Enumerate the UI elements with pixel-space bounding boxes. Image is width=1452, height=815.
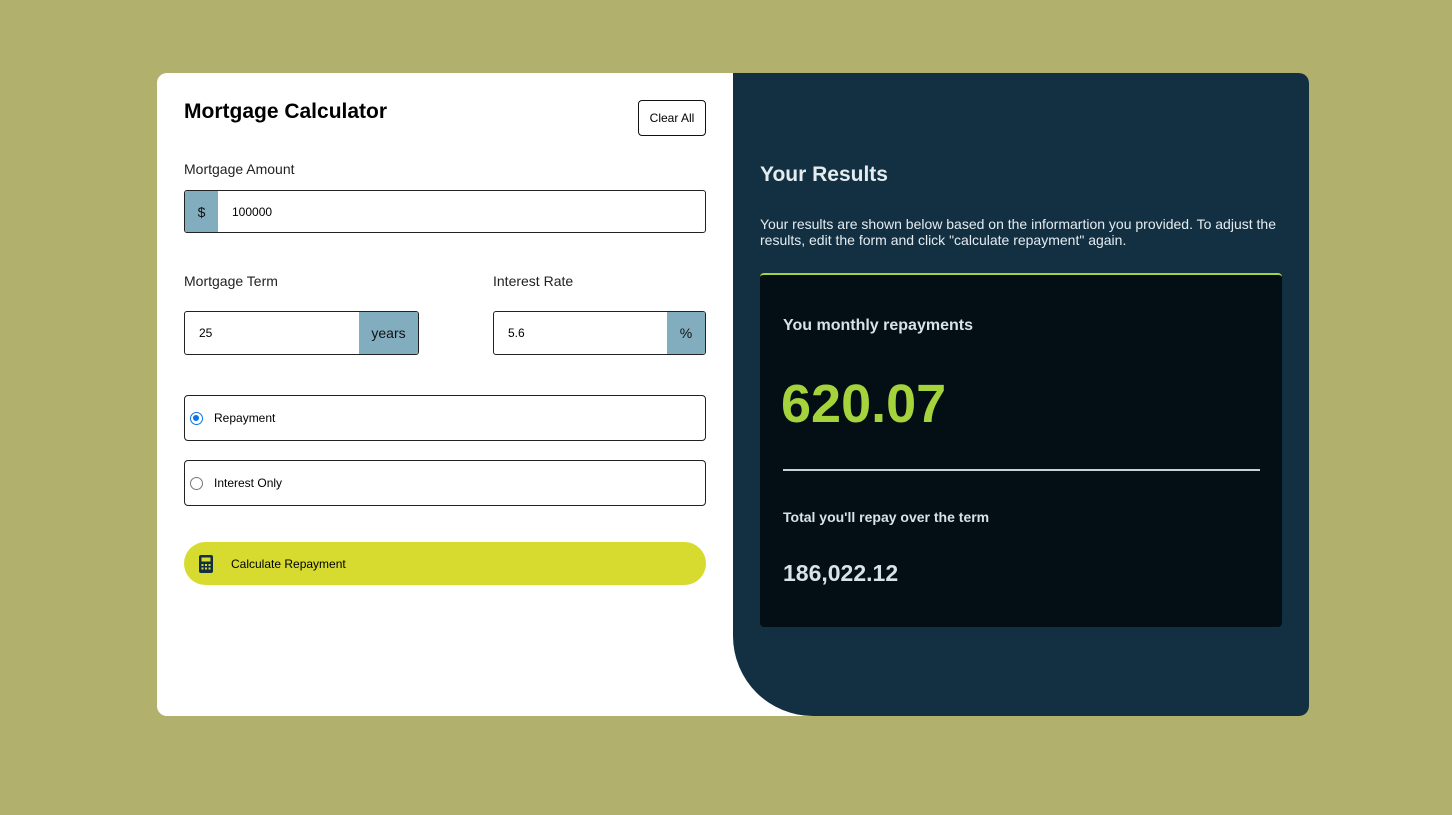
mortgage-amount-field: $ xyxy=(184,190,706,233)
percent-suffix: % xyxy=(667,312,705,354)
monthly-repayments-label: You monthly repayments xyxy=(783,317,973,334)
mortgage-amount-label: Mortgage Amount xyxy=(184,161,295,177)
calculate-repayment-button[interactable]: Calculate Repayment xyxy=(184,542,706,585)
results-divider xyxy=(783,469,1260,471)
interest-rate-label: Interest Rate xyxy=(493,273,574,289)
years-suffix: years xyxy=(359,312,418,354)
clear-all-button[interactable]: Clear All xyxy=(638,100,706,136)
mortgage-amount-input[interactable] xyxy=(218,191,705,232)
page-title: Mortgage Calculator xyxy=(184,100,388,123)
interest-only-label: Interest Only xyxy=(214,476,283,490)
monthly-repayments-value: 620.07 xyxy=(781,374,947,434)
calculator-card: Mortgage Calculator Clear All Mortgage A… xyxy=(157,73,1309,716)
results-summary-card: You monthly repayments 620.07 Total you'… xyxy=(760,273,1282,627)
total-repay-label: Total you'll repay over the term xyxy=(783,509,990,525)
mortgage-term-label: Mortgage Term xyxy=(184,273,278,289)
total-repay-value: 186,022.12 xyxy=(783,560,899,586)
dollar-prefix: $ xyxy=(185,191,218,232)
calculator-icon xyxy=(199,554,213,573)
repayment-radio[interactable] xyxy=(190,411,203,425)
repayment-option[interactable]: Repayment xyxy=(184,395,706,441)
results-panel: Your Results Your results are shown belo… xyxy=(733,73,1309,716)
results-title: Your Results xyxy=(760,163,888,186)
calculate-repayment-label: Calculate Repayment xyxy=(231,556,346,571)
interest-rate-input[interactable] xyxy=(494,312,667,354)
results-description: Your results are shown below based on th… xyxy=(760,216,1276,248)
mortgage-term-field: years xyxy=(184,311,419,355)
repayment-label: Repayment xyxy=(214,411,276,425)
interest-only-option[interactable]: Interest Only xyxy=(184,460,706,506)
interest-rate-field: % xyxy=(493,311,706,355)
interest-only-radio[interactable] xyxy=(190,476,203,490)
mortgage-term-input[interactable] xyxy=(185,312,359,354)
